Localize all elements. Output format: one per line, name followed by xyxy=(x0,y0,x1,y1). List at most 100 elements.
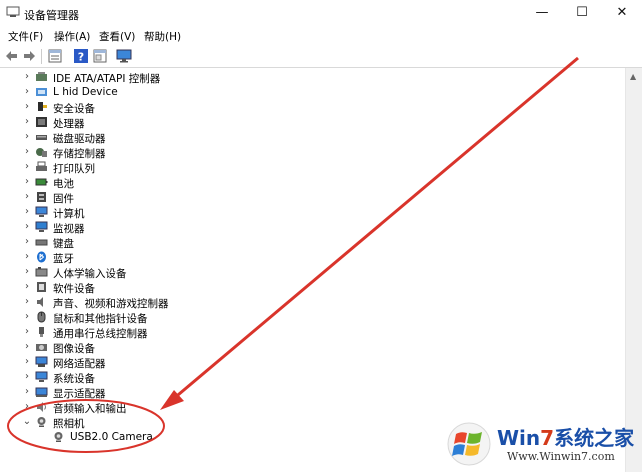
tree-item[interactable]: › 存储控制器 xyxy=(0,145,600,160)
tree-item[interactable]: › 人体学输入设备 xyxy=(0,265,600,280)
tree-item-label: 打印队列 xyxy=(53,163,95,175)
chevron-right-icon[interactable]: › xyxy=(22,131,32,142)
chevron-right-icon[interactable]: › xyxy=(22,221,32,232)
tree-item[interactable]: › 软件设备 xyxy=(0,280,600,295)
tree-item[interactable]: › 音频输入和输出 xyxy=(0,400,600,415)
menu-action[interactable]: 操作(A) xyxy=(54,29,90,44)
tree-item[interactable]: › 电池 xyxy=(0,175,600,190)
scroll-up-icon[interactable]: ▲ xyxy=(630,72,636,81)
battery-icon xyxy=(35,178,48,186)
back-arrow-icon[interactable] xyxy=(4,48,20,64)
windows-logo-icon xyxy=(447,422,491,466)
tree-item-label: 处理器 xyxy=(53,118,85,130)
tree-item-label: 通用串行总线控制器 xyxy=(53,328,148,340)
menu-view[interactable]: 查看(V) xyxy=(99,29,135,44)
monitor-icon[interactable] xyxy=(116,48,132,64)
audio-io-icon xyxy=(37,402,46,412)
close-button[interactable]: ✕ xyxy=(602,0,642,26)
tree-item[interactable]: › 通用串行总线控制器 xyxy=(0,325,600,340)
processor-icon xyxy=(36,117,47,127)
chevron-right-icon[interactable]: › xyxy=(22,356,32,367)
menu-bar: 文件(F) 操作(A) 查看(V) 帮助(H) xyxy=(0,27,642,45)
chevron-right-icon[interactable]: › xyxy=(22,236,32,247)
show-hide-icon[interactable] xyxy=(92,48,108,64)
chevron-right-icon[interactable]: › xyxy=(22,371,32,382)
keyboard-icon xyxy=(35,239,48,246)
tree-item-label: 监视器 xyxy=(53,223,85,235)
tree-item[interactable]: › 键盘 xyxy=(0,235,600,250)
tree-item[interactable]: › 声音、视频和游戏控制器 xyxy=(0,295,600,310)
tree-item-label: 存储控制器 xyxy=(53,148,106,160)
system-device-icon xyxy=(35,371,48,382)
tree-item[interactable]: › IDE ATA/ATAPI 控制器 xyxy=(0,70,600,85)
tree-item-label: 键盘 xyxy=(53,238,74,250)
chevron-right-icon[interactable]: › xyxy=(22,296,32,307)
tree-item[interactable]: › 固件 xyxy=(0,190,600,205)
hid-device-icon xyxy=(36,88,47,96)
tree-item[interactable]: › 显示适配器 xyxy=(0,385,600,400)
chevron-right-icon[interactable]: › xyxy=(22,161,32,172)
chevron-right-icon[interactable]: › xyxy=(22,311,32,322)
svg-text:?: ? xyxy=(78,51,84,64)
chevron-right-icon[interactable]: › xyxy=(22,176,32,187)
chevron-right-icon[interactable]: › xyxy=(22,281,32,292)
chevron-down-icon[interactable]: ⌄ xyxy=(22,416,32,427)
tree-item[interactable]: › 计算机 xyxy=(0,205,600,220)
chevron-right-icon[interactable]: › xyxy=(22,116,32,127)
tree-item[interactable]: › 系统设备 xyxy=(0,370,600,385)
print-queue-icon xyxy=(36,161,47,171)
tree-item[interactable]: › 打印队列 xyxy=(0,160,600,175)
storage-controller-icon xyxy=(36,148,47,157)
chevron-right-icon[interactable]: › xyxy=(22,326,32,337)
chevron-right-icon[interactable]: › xyxy=(22,341,32,352)
tree-item-label: USB2.0 Camera xyxy=(70,431,153,443)
chevron-right-icon[interactable]: › xyxy=(22,191,32,202)
camera-icon xyxy=(37,417,46,427)
minimize-button[interactable]: — xyxy=(522,0,562,26)
tree-item-label: 安全设备 xyxy=(53,103,95,115)
tree-item-label: 计算机 xyxy=(53,208,85,220)
tree-item-label: IDE ATA/ATAPI 控制器 xyxy=(53,73,161,85)
tree-item-label: 鼠标和其他指针设备 xyxy=(53,313,148,325)
chevron-right-icon[interactable]: › xyxy=(22,266,32,277)
device-manager-app-icon xyxy=(6,6,20,17)
menu-help[interactable]: 帮助(H) xyxy=(144,29,181,44)
tree-item[interactable]: › 监视器 xyxy=(0,220,600,235)
tree-item[interactable]: › 网络适配器 xyxy=(0,355,600,370)
forward-arrow-icon[interactable] xyxy=(21,48,37,64)
chevron-right-icon[interactable]: › xyxy=(22,86,32,97)
chevron-right-icon[interactable]: › xyxy=(22,146,32,157)
chevron-right-icon[interactable]: › xyxy=(22,251,32,262)
vertical-scrollbar[interactable]: ▲ xyxy=(625,68,642,472)
toolbar-separator xyxy=(41,49,42,64)
chevron-right-icon[interactable]: › xyxy=(22,386,32,397)
bluetooth-icon xyxy=(37,251,46,263)
window-title: 设备管理器 xyxy=(24,9,79,22)
monitor-icon xyxy=(35,221,48,232)
tree-item[interactable]: › 蓝牙 xyxy=(0,250,600,265)
tree-item-label: 磁盘驱动器 xyxy=(53,133,106,145)
tree-item[interactable]: › 鼠标和其他指针设备 xyxy=(0,310,600,325)
chevron-right-icon[interactable]: › xyxy=(22,206,32,217)
tree-item-label: 声音、视频和游戏控制器 xyxy=(53,298,169,310)
maximize-button[interactable]: ☐ xyxy=(562,0,602,26)
tree-item[interactable]: › 图像设备 xyxy=(0,340,600,355)
tree-item[interactable]: › 磁盘驱动器 xyxy=(0,130,600,145)
tree-item[interactable]: › 处理器 xyxy=(0,115,600,130)
hid-icon xyxy=(35,267,48,277)
sound-icon xyxy=(37,297,43,307)
chevron-right-icon[interactable]: › xyxy=(22,101,32,112)
mouse-icon xyxy=(37,311,46,323)
tree-item[interactable]: › 安全设备 xyxy=(0,100,600,115)
tree-item-label: L hid Device xyxy=(53,86,118,98)
chevron-right-icon[interactable]: › xyxy=(22,401,32,412)
tree-item-label: 软件设备 xyxy=(53,283,95,295)
tree-item[interactable]: › L hid Device xyxy=(0,85,600,100)
properties-icon[interactable] xyxy=(47,48,63,64)
ide-controller-icon xyxy=(36,72,47,81)
device-tree: › IDE ATA/ATAPI 控制器 › L hid Device › 安全设… xyxy=(0,68,626,472)
chevron-right-icon[interactable]: › xyxy=(22,71,32,82)
help-icon[interactable]: ? xyxy=(73,48,89,64)
watermark-url: Www.Winwin7.com xyxy=(507,450,615,463)
menu-file[interactable]: 文件(F) xyxy=(8,29,43,44)
